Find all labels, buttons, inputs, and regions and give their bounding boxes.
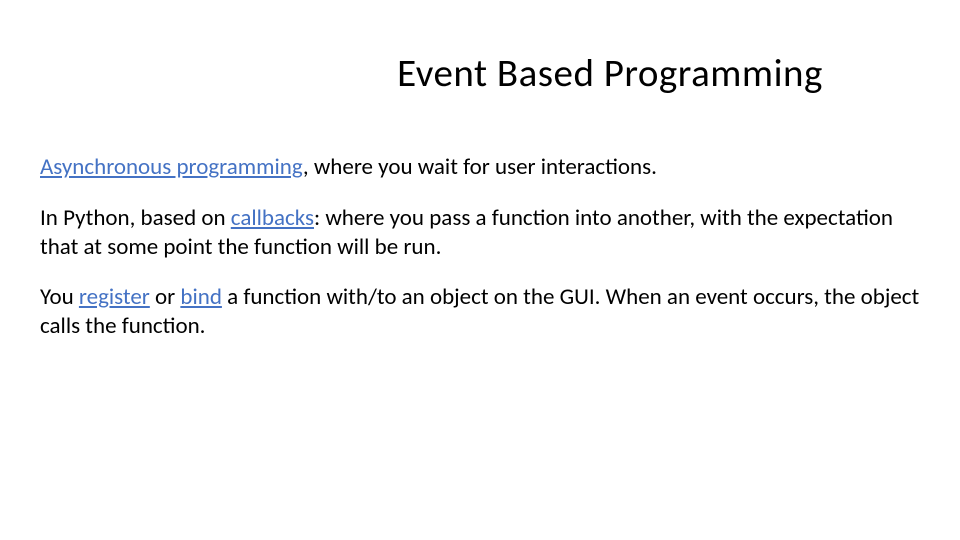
- link-asynchronous-programming[interactable]: Asynchronous programming: [40, 153, 303, 181]
- paragraph-1: Asynchronous programming, where you wait…: [40, 153, 920, 182]
- link-callbacks[interactable]: callbacks: [231, 204, 314, 232]
- slide-body: Asynchronous programming, where you wait…: [40, 153, 920, 341]
- link-register[interactable]: register: [79, 283, 150, 311]
- slide-title: Event Based Programming: [300, 50, 920, 97]
- text-span: In Python, based on: [40, 204, 231, 232]
- paragraph-3: You register or bind a function with/to …: [40, 283, 920, 341]
- text-span: , where you wait for user interactions.: [303, 153, 657, 181]
- paragraph-2: In Python, based on callbacks: where you…: [40, 204, 920, 262]
- slide: Event Based Programming Asynchronous pro…: [0, 0, 960, 540]
- text-span: You: [40, 283, 79, 311]
- text-span: or: [150, 283, 181, 311]
- link-bind[interactable]: bind: [180, 283, 222, 311]
